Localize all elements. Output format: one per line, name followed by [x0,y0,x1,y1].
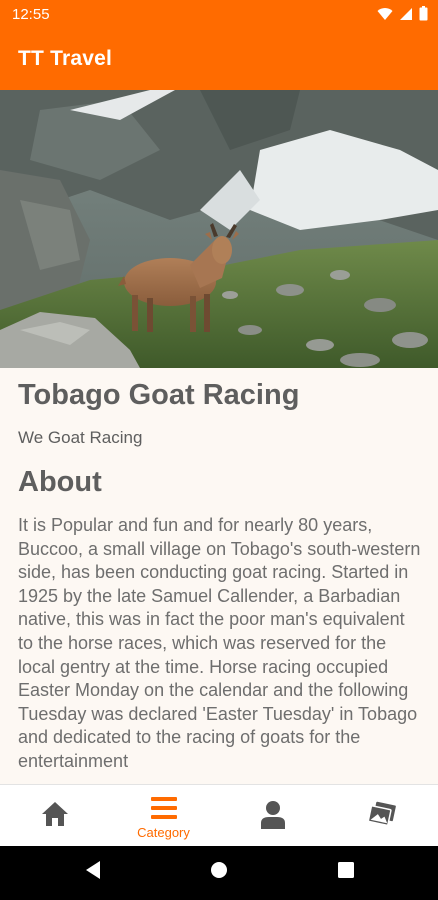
battery-icon [419,6,428,21]
app-title: TT Travel [18,47,113,70]
nav-item-category[interactable]: Category [109,785,218,847]
nav-label-category: Category [137,825,190,840]
nav-item-home[interactable] [0,785,109,847]
system-navigation-bar [0,846,438,900]
menu-icon [150,797,177,819]
photos-icon [367,801,396,827]
place-subtitle: We Goat Racing [18,428,143,447]
status-icons [377,6,428,21]
about-text: It is Popular and fun and for nearly 80 … [18,515,421,771]
detail-content: Tobago Goat Racing We Goat Racing About … [0,368,438,784]
place-title: Tobago Goat Racing [18,379,300,411]
bottom-navigation: Category [0,784,438,847]
nav-item-profile[interactable] [218,785,327,847]
wifi-icon [377,7,393,20]
status-bar: 12:55 [0,0,438,30]
app-bar: TT Travel [0,30,438,90]
alpine-ibex-photo [0,90,438,368]
back-icon[interactable] [84,860,102,880]
about-heading: About [18,466,102,498]
signal-icon [400,7,412,20]
home-circle-icon[interactable] [210,860,228,880]
status-time: 12:55 [12,6,50,23]
person-icon [260,801,285,829]
home-icon [41,802,68,826]
nav-item-photos[interactable] [327,785,436,847]
hero-image [0,90,438,368]
recents-icon[interactable] [337,860,355,880]
